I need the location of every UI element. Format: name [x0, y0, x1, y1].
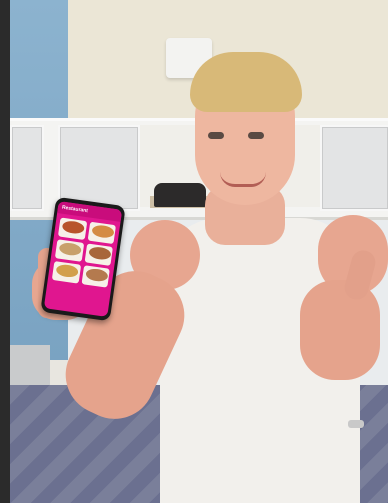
food-image	[61, 219, 86, 235]
food-tile	[87, 221, 117, 245]
bag	[154, 183, 206, 207]
food-tile	[57, 217, 87, 240]
food-grid	[47, 213, 120, 292]
food-image	[90, 223, 115, 239]
cabinet-door	[320, 125, 388, 211]
food-tile	[51, 261, 81, 284]
bed-cap	[348, 420, 364, 428]
right-arm	[300, 280, 380, 380]
food-tile	[54, 239, 84, 262]
right-eye	[248, 132, 264, 139]
food-image	[87, 245, 112, 261]
food-image	[58, 241, 82, 257]
left-border	[0, 0, 10, 503]
food-image	[55, 263, 79, 279]
cabinet-door	[10, 125, 44, 211]
phone-screen: Restaurant	[43, 201, 123, 317]
food-image	[84, 267, 109, 283]
food-tile	[84, 243, 113, 266]
photo: Restaurant	[10, 0, 388, 503]
food-tile	[81, 265, 110, 288]
left-eye	[208, 132, 224, 139]
hair	[190, 52, 302, 112]
